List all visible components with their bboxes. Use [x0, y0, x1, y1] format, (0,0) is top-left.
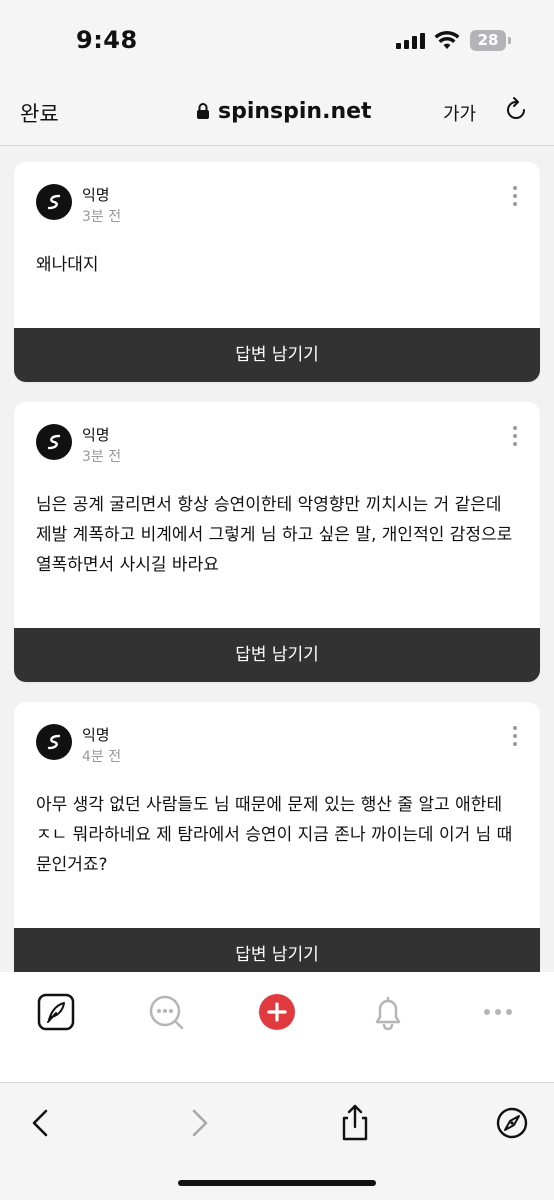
compass-icon[interactable] [494, 1103, 530, 1143]
chat-search-icon[interactable] [146, 992, 186, 1032]
reply-button[interactable]: 답변 남기기 [14, 928, 540, 972]
url-text: spinspin.net [218, 98, 372, 124]
status-bar: 9:48 28 [0, 0, 554, 82]
reply-button[interactable]: 답변 남기기 [14, 628, 540, 682]
avatar[interactable] [36, 724, 72, 760]
post-time: 4분 전 [82, 749, 122, 765]
more-horizontal-icon[interactable] [478, 992, 518, 1032]
post-author: 익명 [82, 726, 110, 744]
post-feed: 익명 3분 전 왜나대지 답변 남기기 익명 3분 전 님은 공계 굴리면서 항… [0, 146, 554, 972]
battery-icon: 28 [470, 30, 506, 51]
add-icon[interactable] [257, 992, 297, 1032]
post-time: 3분 전 [82, 449, 122, 465]
post-content: 왜나대지 [36, 255, 99, 275]
post-card: 익명 3분 전 왜나대지 답변 남기기 [14, 162, 540, 382]
browser-header: 완료 spinspin.net 가가 [0, 82, 554, 146]
post-card: 익명 4분 전 아무 생각 없던 사람들도 님 때문에 문제 있는 행산 줄 알… [14, 702, 540, 972]
address-bar[interactable]: spinspin.net [196, 96, 372, 126]
back-icon[interactable] [22, 1103, 58, 1143]
forward-icon[interactable] [182, 1103, 218, 1143]
post-card: 익명 3분 전 님은 공계 굴리면서 항상 승연이한테 악영향만 끼치시는 거 … [14, 402, 540, 682]
more-vertical-icon[interactable] [510, 186, 520, 208]
post-content: 아무 생각 없던 사람들도 님 때문에 문제 있는 행산 줄 알고 애한테 ㅈㄴ… [36, 795, 513, 875]
reload-icon[interactable] [502, 96, 530, 124]
done-button[interactable]: 완료 [20, 98, 59, 128]
status-time: 9:48 [76, 26, 138, 54]
text-size-button[interactable]: 가가 [443, 100, 476, 126]
share-icon[interactable] [337, 1103, 373, 1143]
more-vertical-icon[interactable] [510, 426, 520, 448]
app-bottom-nav [0, 972, 554, 1082]
lock-icon [197, 103, 209, 119]
post-time: 3분 전 [82, 209, 122, 225]
post-content: 님은 공계 굴리면서 항상 승연이한테 악영향만 끼치시는 거 같은데 제발 계… [36, 495, 513, 575]
reply-button[interactable]: 답변 남기기 [14, 328, 540, 382]
bell-icon[interactable] [368, 992, 408, 1032]
battery-tip [508, 37, 511, 44]
cellular-signal-icon [396, 33, 426, 49]
wifi-icon [434, 30, 460, 49]
more-vertical-icon[interactable] [510, 726, 520, 748]
home-indicator [178, 1180, 376, 1186]
post-author: 익명 [82, 186, 110, 204]
avatar[interactable] [36, 424, 72, 460]
avatar[interactable] [36, 184, 72, 220]
post-author: 익명 [82, 426, 110, 444]
pen-icon[interactable] [36, 992, 76, 1032]
